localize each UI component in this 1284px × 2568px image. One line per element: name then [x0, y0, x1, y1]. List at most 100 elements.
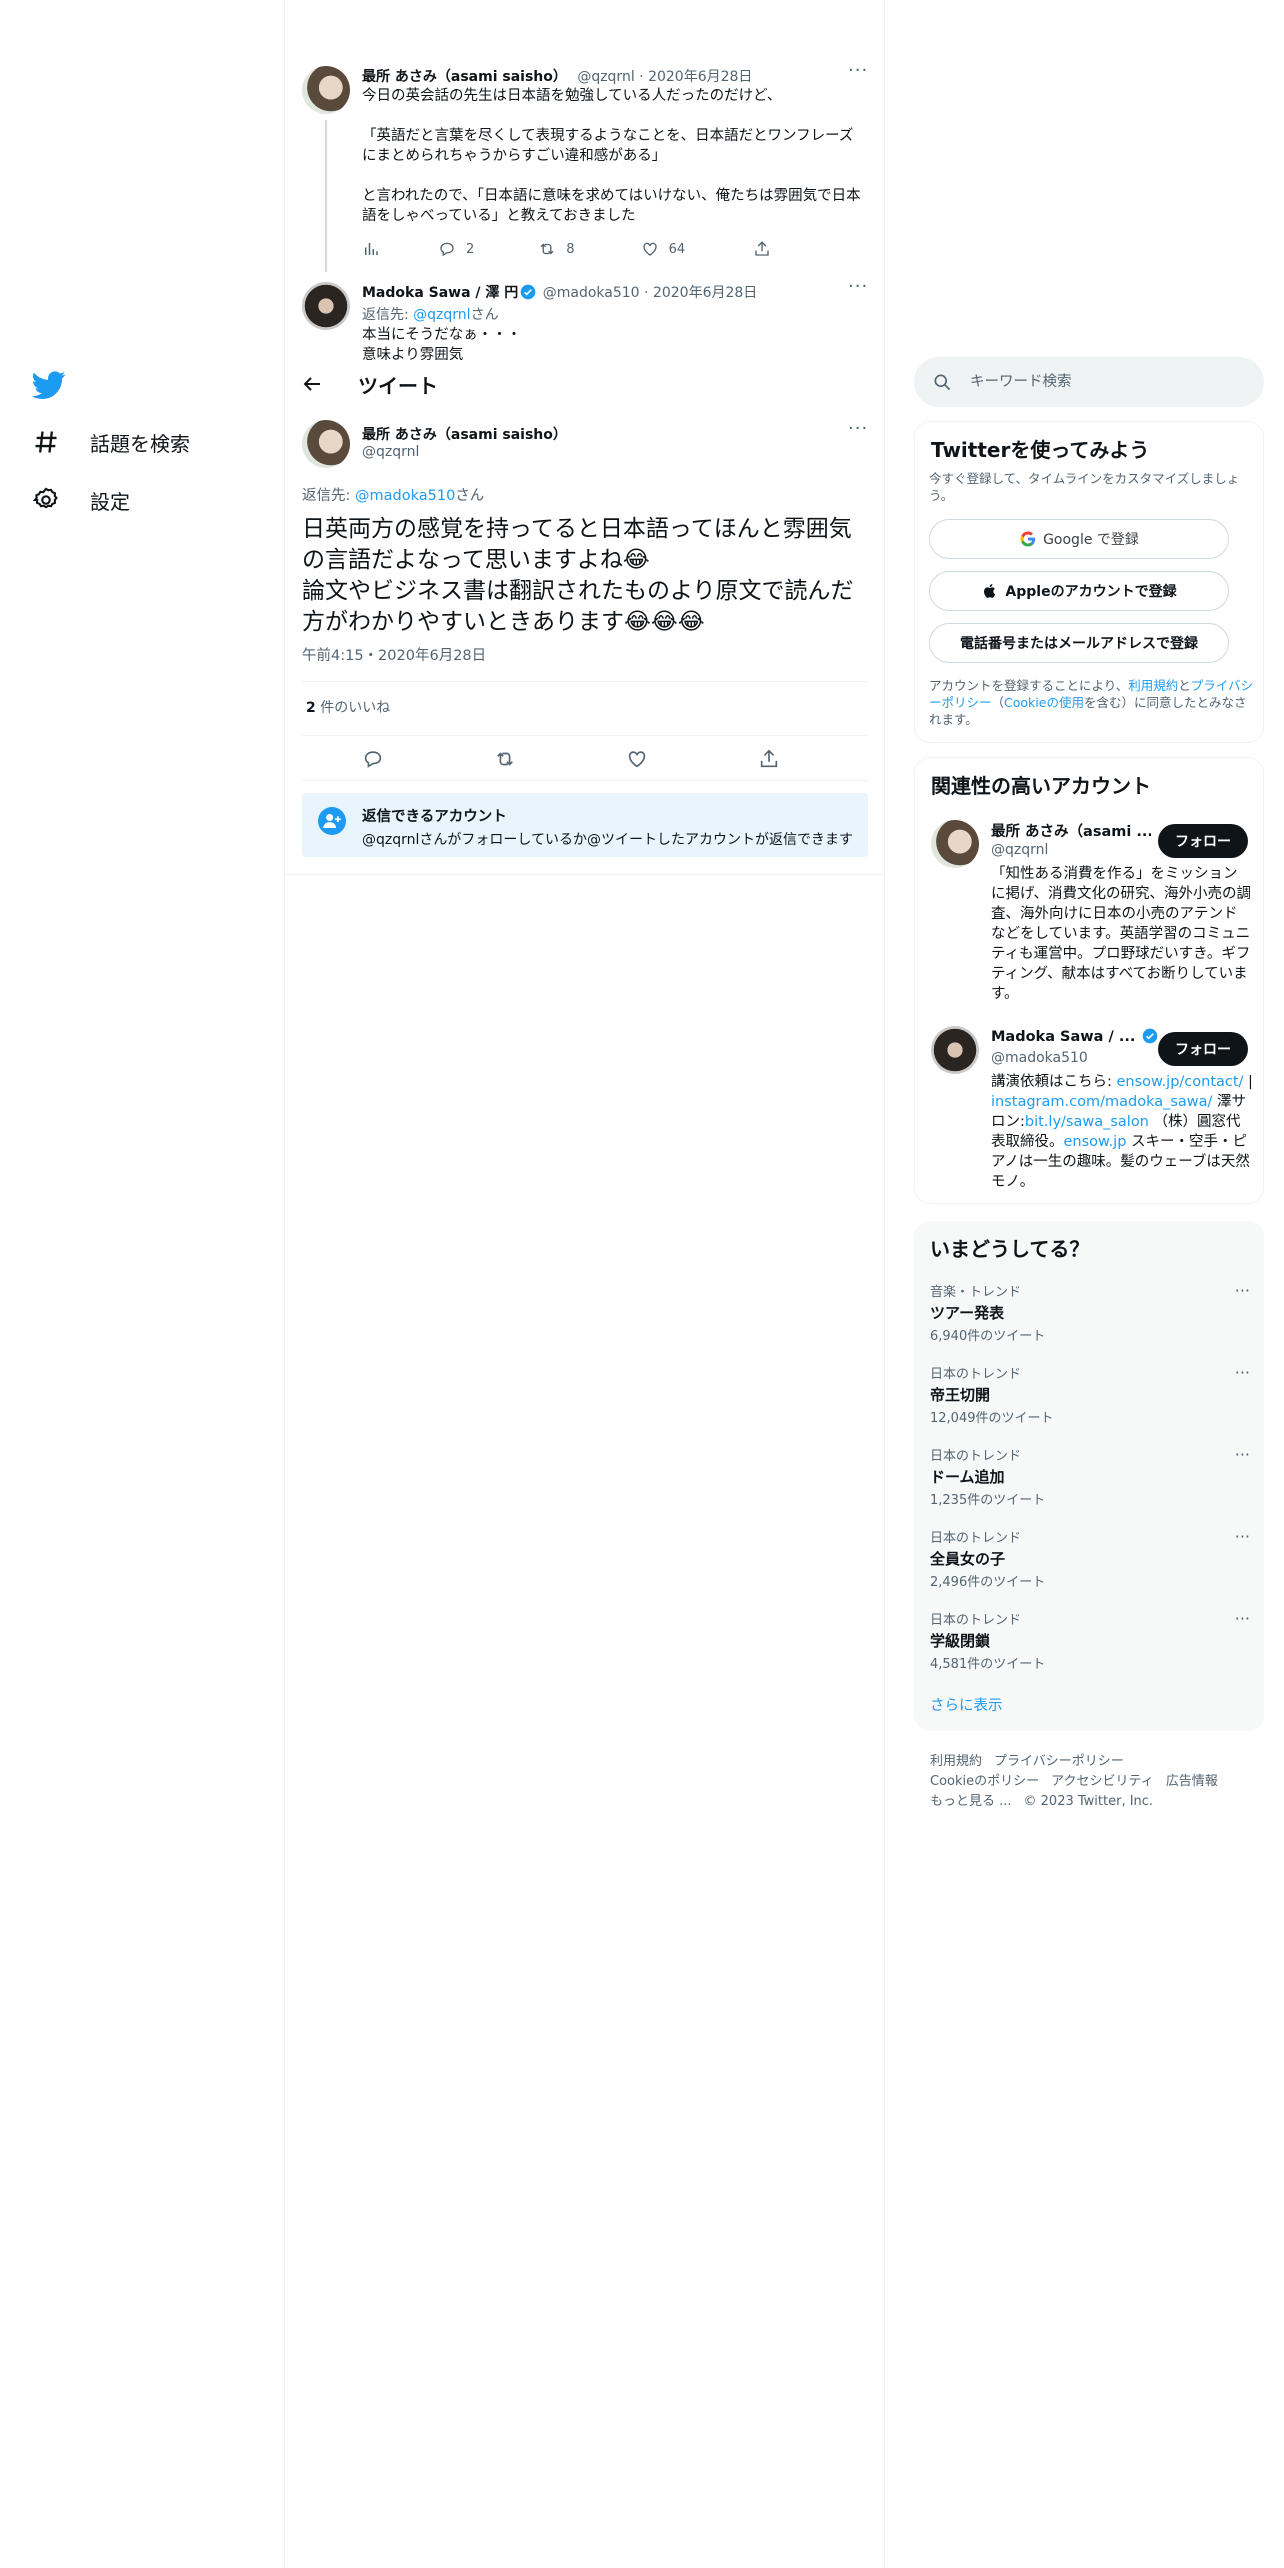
analytics-icon — [365, 243, 378, 255]
like-count: 64 — [668, 241, 686, 257]
tweet-header: 最所 あさみ（asami saisho） @qzqrnl · 2020年6月28… — [362, 69, 753, 85]
person-add-icon — [318, 807, 346, 835]
trend-item[interactable]: 音楽・トレンド ツアー発表 6,940件のツイート ··· — [930, 1281, 1250, 1344]
footer-link[interactable]: 利用規約 — [930, 1754, 982, 1769]
author-handle[interactable]: @qzqrnl — [362, 444, 419, 460]
twitter-logo-icon[interactable] — [31, 368, 66, 402]
tweet-date[interactable]: 2020年6月28日 — [648, 69, 752, 85]
trend-item[interactable]: 日本のトレンド ドーム追加 1,235件のツイート ··· — [930, 1445, 1250, 1508]
reply-button[interactable] — [362, 748, 384, 770]
author-name[interactable]: 最所 あさみ（asami saisho） — [362, 424, 567, 444]
search-icon — [934, 374, 951, 391]
bio-link[interactable]: bit.ly/sawa_salon — [1025, 1114, 1149, 1130]
google-icon — [1020, 531, 1036, 547]
share-icon — [755, 241, 769, 256]
retweet-count: 8 — [566, 241, 575, 257]
show-more-link[interactable]: さらに表示 — [930, 1694, 1003, 1715]
author-handle[interactable]: @madoka510 — [543, 285, 640, 301]
nav-settings[interactable]: 設定 — [32, 480, 130, 520]
nav-explore-label: 話題を検索 — [90, 431, 190, 456]
trend-name: 帝王切開 — [930, 1386, 991, 1404]
page-title: ツイート — [358, 374, 438, 398]
tweet-date[interactable]: 2020年6月28日 — [653, 285, 757, 301]
author-name[interactable]: 最所 あさみ（asami saisho） — [362, 69, 567, 85]
reply-count: 2 — [466, 241, 475, 257]
phone-email-signup-label: 電話番号またはメールアドレスで登録 — [960, 636, 1198, 652]
more-options-icon[interactable]: ··· — [848, 276, 868, 297]
retweet-button[interactable] — [494, 748, 516, 770]
bio-link[interactable]: ensow.jp — [1064, 1134, 1127, 1150]
cookie-link[interactable]: Cookieの使用 — [1004, 695, 1084, 710]
apple-signup-label: Appleのアカウントで登録 — [1005, 584, 1177, 600]
terms-link[interactable]: 利用規約 — [1128, 678, 1178, 693]
account-handle[interactable]: @madoka510 — [991, 1050, 1088, 1066]
avatar[interactable] — [302, 282, 350, 330]
account-bio: 「知性ある消費を作る」をミッションに掲げ、消費文化の研究、海外小売の調査、海外向… — [991, 866, 1251, 1002]
footer-link[interactable]: 広告情報 — [1166, 1774, 1218, 1789]
author-name[interactable]: Madoka Sawa / 澤 円 — [362, 285, 518, 301]
notice-text: @qzqrnlさんがフォローしているか@ツイートしたアカウントが返信できます — [362, 832, 853, 848]
follow-button[interactable]: フォロー — [1158, 1032, 1248, 1066]
likes-summary[interactable]: 2 件のいいね — [306, 697, 390, 717]
footer-link[interactable]: アクセシビリティ — [1051, 1774, 1154, 1789]
copyright: © 2023 Twitter, Inc. — [1023, 1794, 1154, 1809]
bio-link[interactable]: instagram.com/madoka_sawa/ — [991, 1094, 1212, 1110]
retweet-icon — [497, 752, 513, 766]
bio-link[interactable]: ensow.jp/contact/ — [1117, 1074, 1244, 1090]
more-options-icon[interactable]: ··· — [1235, 1527, 1250, 1546]
trend-item[interactable]: 日本のトレンド 学級閉鎖 4,581件のツイート ··· — [930, 1609, 1250, 1672]
footer-link[interactable]: プライバシーポリシー — [994, 1754, 1124, 1769]
reply-button[interactable]: 2 — [438, 240, 474, 258]
more-options-icon[interactable]: ··· — [1235, 1445, 1250, 1464]
trend-item[interactable]: 日本のトレンド 全員女の子 2,496件のツイート ··· — [930, 1527, 1250, 1590]
retweet-button[interactable]: 8 — [538, 240, 575, 258]
related-title: 関連性の高いアカウント — [931, 774, 1151, 798]
tweet-timestamp[interactable]: 午前4:15・2020年6月28日 — [302, 644, 486, 665]
avatar[interactable] — [931, 820, 979, 868]
account-handle[interactable]: @qzqrnl — [991, 842, 1048, 858]
trend-count: 2,496件のツイート — [930, 1575, 1046, 1590]
google-signup-button[interactable]: Google で登録 — [929, 519, 1229, 559]
account-name[interactable]: 最所 あさみ（asami ... — [991, 820, 1151, 841]
more-options-icon[interactable]: ··· — [1235, 1363, 1250, 1382]
share-button[interactable] — [758, 748, 780, 770]
more-options-icon[interactable]: ··· — [1235, 1609, 1250, 1628]
trend-count: 1,235件のツイート — [930, 1493, 1046, 1508]
follow-button[interactable]: フォロー — [1158, 824, 1248, 858]
avatar[interactable] — [302, 420, 350, 468]
reply-icon — [364, 751, 382, 768]
apple-signup-button[interactable]: Appleのアカウントで登録 — [929, 571, 1229, 611]
related-accounts-card: 関連性の高いアカウント 最所 あさみ（asami ... @qzqrnl フォロ… — [914, 757, 1264, 1204]
back-arrow-icon[interactable] — [300, 372, 324, 396]
search-input[interactable] — [970, 367, 1250, 397]
analytics-button[interactable] — [362, 240, 380, 258]
tweet-text: 本当にそうだなぁ・・・ — [362, 327, 522, 343]
like-button[interactable] — [626, 748, 648, 770]
trend-category: 日本のトレンド — [930, 1367, 1022, 1382]
more-options-icon[interactable]: ··· — [848, 60, 868, 81]
footer-link[interactable]: Cookieのポリシー — [930, 1774, 1039, 1789]
more-options-icon[interactable]: ··· — [1235, 1281, 1250, 1300]
reply-to-link[interactable]: @qzqrnl — [413, 307, 470, 323]
account-name[interactable]: Madoka Sawa / ... — [991, 1028, 1160, 1045]
left-nav: 話題を検索 設定 — [0, 0, 285, 2568]
phone-email-signup-button[interactable]: 電話番号またはメールアドレスで登録 — [929, 623, 1229, 663]
share-icon — [760, 749, 778, 768]
trend-category: 日本のトレンド — [930, 1531, 1022, 1546]
account-bio: 講演依頼はこちら: ensow.jp/contact/ | instagram.… — [991, 1074, 1253, 1190]
google-signup-label: Google で登録 — [1043, 532, 1139, 548]
footer-link[interactable]: もっと見る ... — [930, 1794, 1012, 1809]
trend-item[interactable]: 日本のトレンド 帝王切開 12,049件のツイート ··· — [930, 1363, 1250, 1426]
avatar[interactable] — [931, 1026, 979, 1074]
reply-to-link[interactable]: @madoka510 — [355, 488, 455, 504]
search-box[interactable] — [914, 357, 1264, 407]
reply-to: 返信先: @qzqrnlさん — [362, 307, 499, 323]
like-button[interactable]: 64 — [641, 240, 686, 258]
trend-count: 12,049件のツイート — [930, 1411, 1054, 1426]
trends-title: いまどうしてる？ — [930, 1237, 1090, 1261]
share-button[interactable] — [753, 240, 771, 258]
avatar[interactable] — [302, 66, 350, 114]
more-options-icon[interactable]: ··· — [848, 418, 868, 439]
author-handle[interactable]: @qzqrnl — [577, 69, 634, 85]
nav-explore[interactable]: 話題を検索 — [32, 422, 190, 462]
